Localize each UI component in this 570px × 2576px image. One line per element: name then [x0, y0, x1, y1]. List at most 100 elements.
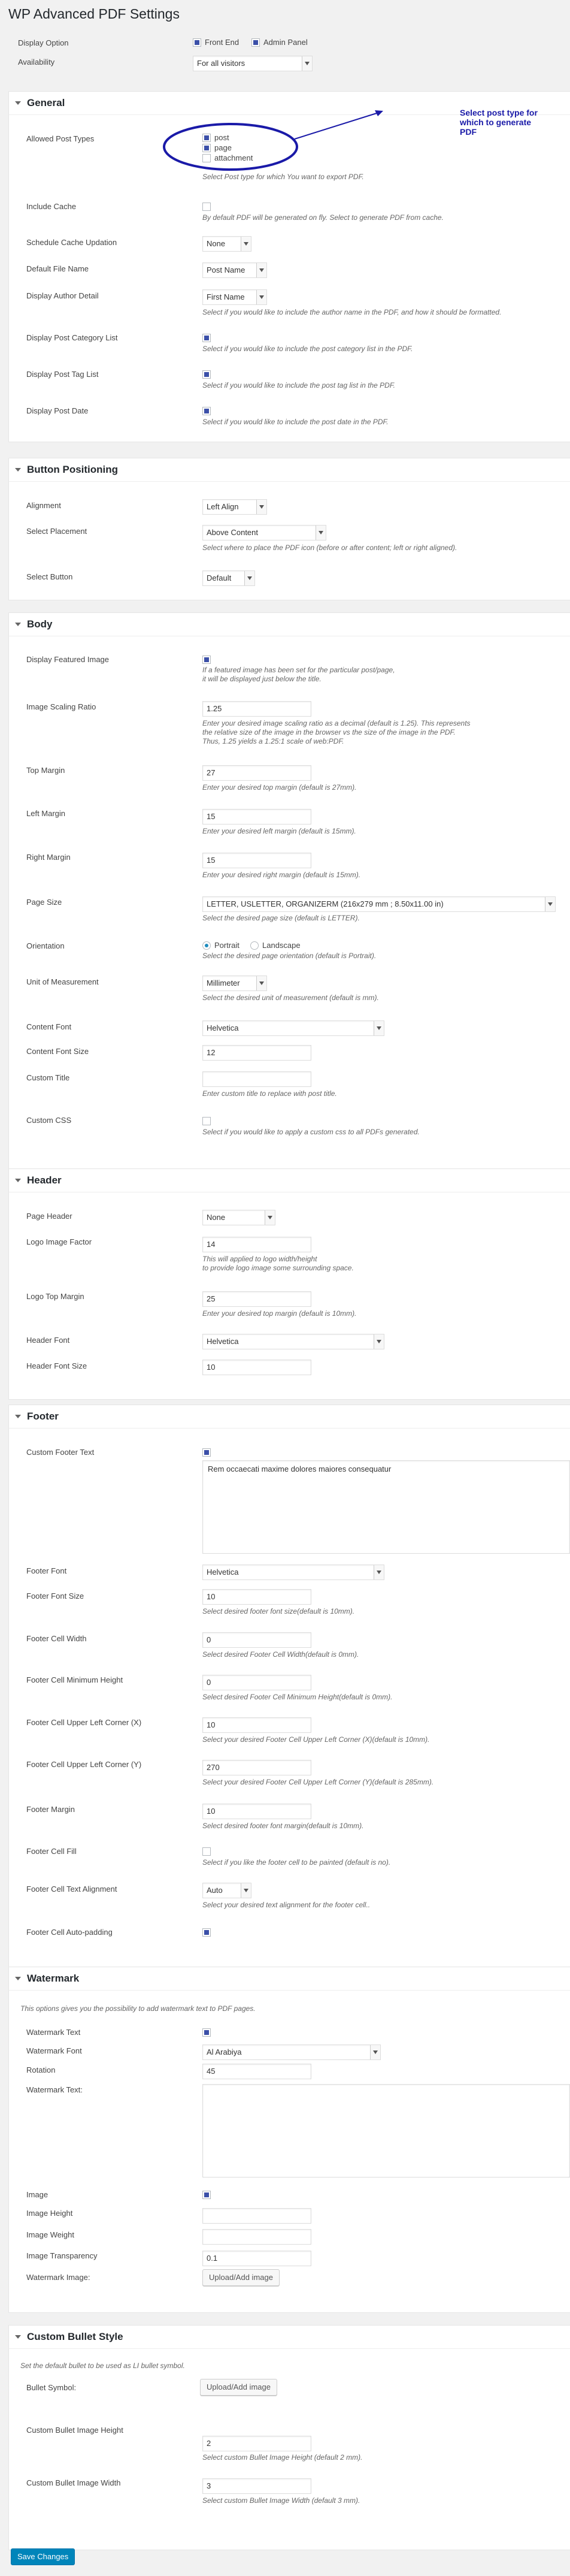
- text-align-select[interactable]: Auto: [202, 1883, 251, 1898]
- post-date-checkbox[interactable]: [202, 407, 211, 415]
- front-end-option[interactable]: Front End: [193, 38, 239, 47]
- watermark-upload-button[interactable]: Upload/Add image: [202, 2269, 280, 2286]
- display-author-select[interactable]: First Name: [202, 289, 267, 305]
- scaling-input[interactable]: 1.25: [202, 701, 311, 717]
- page-size-select[interactable]: LETTER, USLETTER, ORGANIZERM (216x279 mm…: [202, 896, 556, 912]
- bullet-width-desc: Select custom Bullet Image Width (defaul…: [202, 2496, 360, 2505]
- cell-y-input[interactable]: 270: [202, 1760, 311, 1775]
- logo-factor-input[interactable]: 14: [202, 1237, 311, 1252]
- header-font-value: Helvetica: [207, 1337, 239, 1346]
- auto-padding-checkbox[interactable]: [202, 1928, 211, 1937]
- cell-fill-checkbox[interactable]: [202, 1847, 211, 1856]
- chevron-down-icon: [256, 976, 266, 990]
- custom-css-checkbox[interactable]: [202, 1117, 211, 1125]
- orientation-portrait-option[interactable]: Portrait: [202, 941, 239, 950]
- custom-title-input[interactable]: [202, 1071, 311, 1087]
- featured-image-checkbox[interactable]: [202, 656, 211, 664]
- right-margin-input[interactable]: 15: [202, 853, 311, 868]
- landscape-radio[interactable]: [250, 941, 259, 950]
- watermark-panel-header[interactable]: Watermark: [9, 1967, 570, 1991]
- image-checkbox[interactable]: [202, 2191, 211, 2199]
- landscape-label: Landscape: [262, 941, 301, 950]
- watermark-font-select[interactable]: Al Arabiya: [202, 2045, 381, 2060]
- include-cache-desc: By default PDF will be generated on fly.…: [202, 213, 444, 222]
- portrait-radio[interactable]: [202, 941, 211, 950]
- admin-panel-checkbox[interactable]: [251, 38, 260, 47]
- footer-font-select[interactable]: Helvetica: [202, 1565, 384, 1580]
- post-date-label: Display Post Date: [26, 406, 89, 415]
- placement-value: Above Content: [207, 528, 259, 537]
- header-font-size-label: Header Font Size: [26, 1361, 87, 1370]
- admin-panel-option[interactable]: Admin Panel: [251, 38, 308, 47]
- cell-min-height-input[interactable]: 0: [202, 1675, 311, 1690]
- placement-select[interactable]: Above Content: [202, 525, 326, 540]
- orientation-landscape-option[interactable]: Landscape: [250, 941, 301, 950]
- text-align-label: Footer Cell Text Alignment: [26, 1885, 117, 1894]
- logo-top-margin-input[interactable]: 25: [202, 1291, 311, 1307]
- content-font-size-label: Content Font Size: [26, 1047, 89, 1056]
- watermark-text-textarea[interactable]: [202, 2084, 570, 2178]
- chevron-down-icon: [241, 237, 251, 251]
- unit-desc: Select the desired unit of measurement (…: [202, 993, 379, 1002]
- footer-panel-header[interactable]: Footer: [9, 1405, 570, 1429]
- auto-padding-label: Footer Cell Auto-padding: [26, 1928, 113, 1937]
- cell-x-input[interactable]: 10: [202, 1717, 311, 1733]
- header-font-select[interactable]: Helvetica: [202, 1334, 384, 1349]
- bullet-upload-button[interactable]: Upload/Add image: [200, 2379, 277, 2396]
- include-cache-label: Include Cache: [26, 202, 77, 211]
- availability-select[interactable]: For all visitors: [193, 56, 313, 71]
- content-font-size-input[interactable]: 12: [202, 1045, 311, 1061]
- cell-width-input[interactable]: 0: [202, 1632, 311, 1648]
- logo-factor-desc-2: to provide logo image some surrounding s…: [202, 1264, 354, 1272]
- display-author-label: Display Author Detail: [26, 291, 99, 300]
- cell-fill-label: Footer Cell Fill: [26, 1847, 77, 1856]
- page-size-value: LETTER, USLETTER, ORGANIZERM (216x279 mm…: [207, 899, 444, 908]
- custom-css-desc: Select if you would like to apply a cust…: [202, 1128, 420, 1136]
- category-list-checkbox[interactable]: [202, 334, 211, 342]
- unit-select[interactable]: Millimeter: [202, 976, 267, 991]
- image-height-input[interactable]: [202, 2208, 311, 2224]
- select-button-select[interactable]: Default: [202, 570, 255, 586]
- category-list-label: Display Post Category List: [26, 333, 118, 342]
- chevron-down-icon: [265, 1210, 275, 1225]
- bullet-width-input[interactable]: 3: [202, 2478, 311, 2494]
- content-font-label: Content Font: [26, 1022, 72, 1031]
- watermark-title: Watermark: [27, 1973, 80, 1984]
- bullet-height-desc: Select custom Bullet Image Height (defau…: [202, 2453, 363, 2462]
- watermark-text-checkbox[interactable]: [202, 2028, 211, 2037]
- alignment-select[interactable]: Left Align: [202, 499, 267, 515]
- body-panel-header[interactable]: Body: [9, 613, 570, 636]
- header-font-size-input[interactable]: 10: [202, 1360, 311, 1375]
- custom-footer-textarea[interactable]: Rem occaecati maxime dolores maiores con…: [202, 1460, 570, 1554]
- custom-footer-checkbox[interactable]: [202, 1448, 211, 1457]
- rotation-input[interactable]: 45: [202, 2064, 311, 2079]
- image-transparency-input[interactable]: 0.1: [202, 2251, 311, 2266]
- page-header-select[interactable]: None: [202, 1210, 275, 1225]
- content-font-select[interactable]: Helvetica: [202, 1020, 384, 1036]
- footer-margin-input[interactable]: 10: [202, 1804, 311, 1819]
- header-title: Header: [27, 1174, 62, 1186]
- page-size-label: Page Size: [26, 898, 62, 907]
- left-margin-input[interactable]: 15: [202, 809, 311, 825]
- display-author-desc: Select if you would like to include the …: [202, 308, 502, 316]
- tag-list-checkbox[interactable]: [202, 370, 211, 379]
- button-positioning-panel-header[interactable]: Button Positioning: [9, 458, 570, 482]
- top-margin-input[interactable]: 27: [202, 765, 311, 781]
- featured-image-desc-1: If a featured image has been set for the…: [202, 666, 395, 674]
- footer-font-size-input[interactable]: 10: [202, 1589, 311, 1605]
- default-file-name-select[interactable]: Post Name: [202, 262, 267, 278]
- save-changes-button[interactable]: Save Changes: [11, 2548, 75, 2565]
- header-panel-header[interactable]: Header: [9, 1169, 570, 1192]
- cell-width-desc: Select desired Footer Cell Width(default…: [202, 1650, 359, 1659]
- collapse-caret-icon: [15, 1977, 21, 1980]
- include-cache-checkbox[interactable]: [202, 203, 211, 211]
- bullet-height-input[interactable]: 2: [202, 2436, 311, 2451]
- schedule-cache-select[interactable]: None: [202, 236, 251, 252]
- front-end-checkbox[interactable]: [193, 38, 201, 47]
- cell-min-height-desc: Select desired Footer Cell Minimum Heigh…: [202, 1693, 393, 1701]
- image-weight-input[interactable]: [202, 2229, 311, 2245]
- portrait-label: Portrait: [214, 941, 239, 950]
- chevron-down-icon: [256, 263, 266, 277]
- bullet-panel-header[interactable]: Custom Bullet Style: [9, 2326, 570, 2349]
- footer-title: Footer: [27, 1411, 59, 1422]
